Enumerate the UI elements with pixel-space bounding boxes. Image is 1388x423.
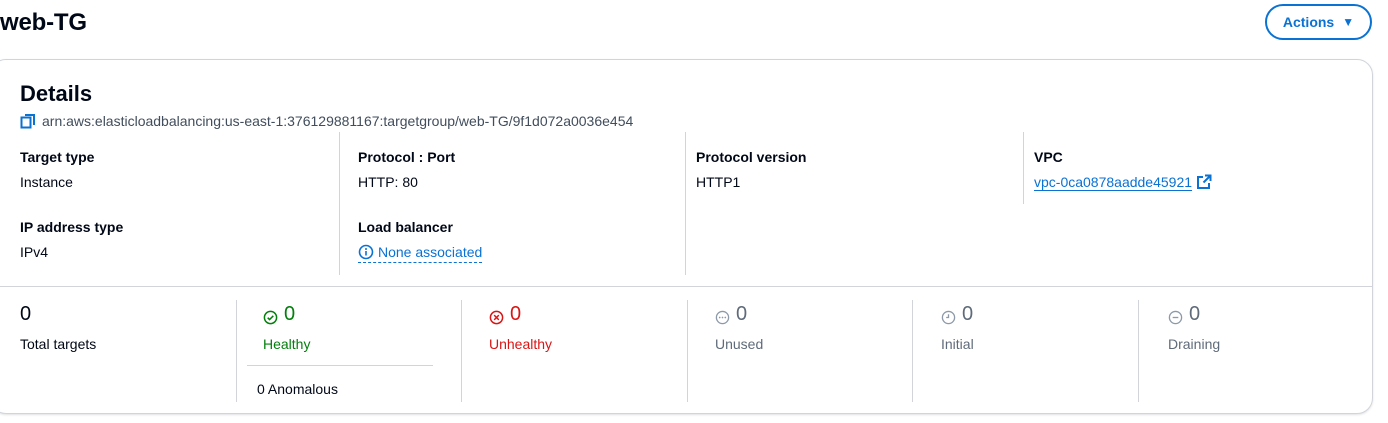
protocol-port-field: Protocol : Port HTTP: 80 [358,148,455,191]
protocol-port-value: HTTP: 80 [358,174,418,190]
unused-count: 0 [736,303,748,325]
vpc-value-wrap: vpc-0ca0878aadde45921 [1034,173,1212,191]
initial-label: Initial [941,336,974,352]
divider [1023,132,1024,204]
total-targets-count: 0 [20,303,32,325]
total-targets-stat: 0 Total targets [20,302,96,353]
arn-text: arn:aws:elasticloadbalancing:us-east-1:3… [42,113,634,129]
anomalous-count: 0 Anomalous [257,381,338,397]
load-balancer-value-wrap: None associated [358,243,483,264]
divider [247,365,433,366]
target-type-value: Instance [20,174,73,190]
draining-stat: 0 Draining [1168,302,1220,353]
target-group-page: web-TG Actions ▼ Details arn:aws:elastic… [0,0,1388,423]
unhealthy-stat: 0 Unhealthy [489,302,552,353]
check-circle-icon [263,307,278,324]
healthy-stat: 0 Healthy [263,302,310,353]
vpc-link[interactable]: vpc-0ca0878aadde45921 [1034,174,1192,190]
divider [685,132,686,275]
clock-icon [941,307,956,324]
copy-icon[interactable] [20,113,36,129]
external-link-icon[interactable] [1196,174,1212,190]
unhealthy-count: 0 [510,303,522,325]
draining-count: 0 [1189,303,1201,325]
protocol-version-label: Protocol version [696,149,807,165]
caret-down-icon: ▼ [1342,15,1355,29]
divider [236,300,237,402]
vpc-label: VPC [1034,149,1063,165]
protocol-port-label: Protocol : Port [358,149,456,165]
healthy-count: 0 [284,303,296,325]
minus-circle-icon [1168,307,1183,324]
vpc-field: VPC vpc-0ca0878aadde45921 [1034,148,1212,191]
protocol-version-field: Protocol version HTTP1 [696,148,806,191]
initial-stat: 0 Initial [941,302,974,353]
details-title: Details [20,81,93,106]
healthy-label: Healthy [263,336,311,352]
load-balancer-value: None associated [378,244,483,260]
target-type-field: Target type Instance [20,148,94,191]
page-title: web-TG [0,9,87,36]
details-card: Details arn:aws:elasticloadbalancing:us-… [0,59,1373,414]
info-icon [358,244,374,260]
unused-label: Unused [715,336,764,352]
draining-label: Draining [1168,336,1221,352]
ip-address-type-field: IP address type IPv4 [20,218,123,261]
divider [461,300,462,402]
divider [912,300,913,402]
protocol-version-value: HTTP1 [696,174,741,190]
arn-row: arn:aws:elasticloadbalancing:us-east-1:3… [20,112,633,130]
total-targets-label: Total targets [20,336,97,352]
load-balancer-label: Load balancer [358,219,453,235]
none-associated-popover[interactable]: None associated [358,243,483,263]
unhealthy-label: Unhealthy [489,336,553,352]
actions-label: Actions [1282,14,1335,30]
divider [687,300,688,402]
ip-address-type-value: IPv4 [20,244,49,260]
initial-count: 0 [962,303,974,325]
section-divider [0,286,1372,287]
divider [339,132,340,275]
ip-address-type-label: IP address type [20,219,124,235]
x-circle-icon [489,307,504,324]
target-type-label: Target type [20,149,95,165]
actions-button[interactable]: Actions ▼ [1265,4,1372,40]
divider [1138,300,1139,402]
ellipsis-circle-icon [715,307,730,324]
unused-stat: 0 Unused [715,302,763,353]
load-balancer-field: Load balancer None associated [358,218,483,264]
